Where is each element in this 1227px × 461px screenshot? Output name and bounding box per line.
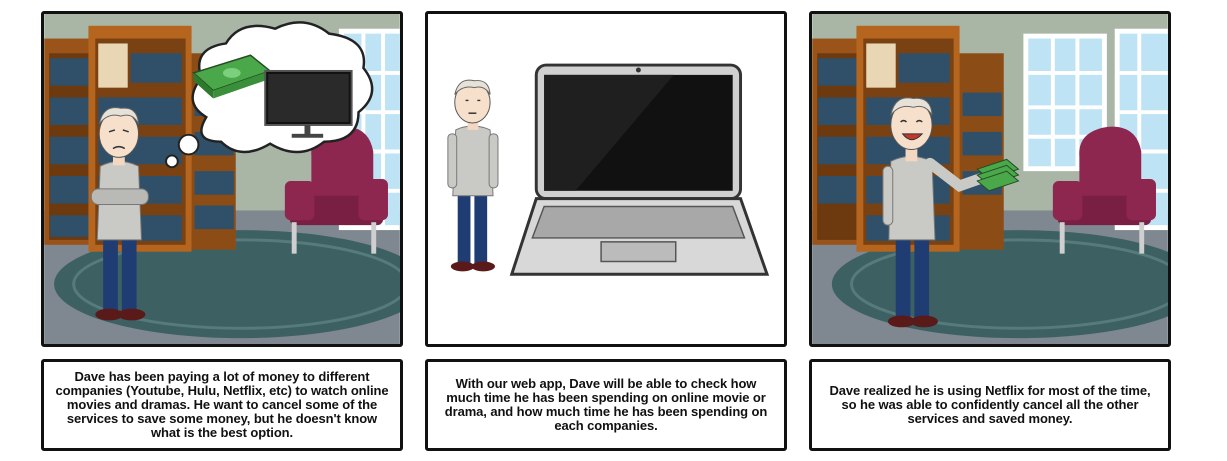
caption-text: Dave realized he is using Netflix for mo… xyxy=(829,383,1151,426)
caption-text: Dave has been paying a lot of money to d… xyxy=(55,369,389,440)
library-scene-1 xyxy=(44,14,400,344)
caption-panel-3: Dave realized he is using Netflix for mo… xyxy=(809,359,1171,451)
laptop-icon xyxy=(509,63,770,276)
comic-panel-2 xyxy=(425,11,787,347)
comic-panel-1 xyxy=(41,11,403,347)
caption-panel-2: With our web app, Dave will be able to c… xyxy=(425,359,787,451)
comic-panel-3 xyxy=(809,11,1171,347)
caption-text: With our web app, Dave will be able to c… xyxy=(444,376,768,433)
library-scene-3 xyxy=(812,14,1168,344)
caption-panel-1: Dave has been paying a lot of money to d… xyxy=(41,359,403,451)
laptop-scene xyxy=(428,14,784,344)
